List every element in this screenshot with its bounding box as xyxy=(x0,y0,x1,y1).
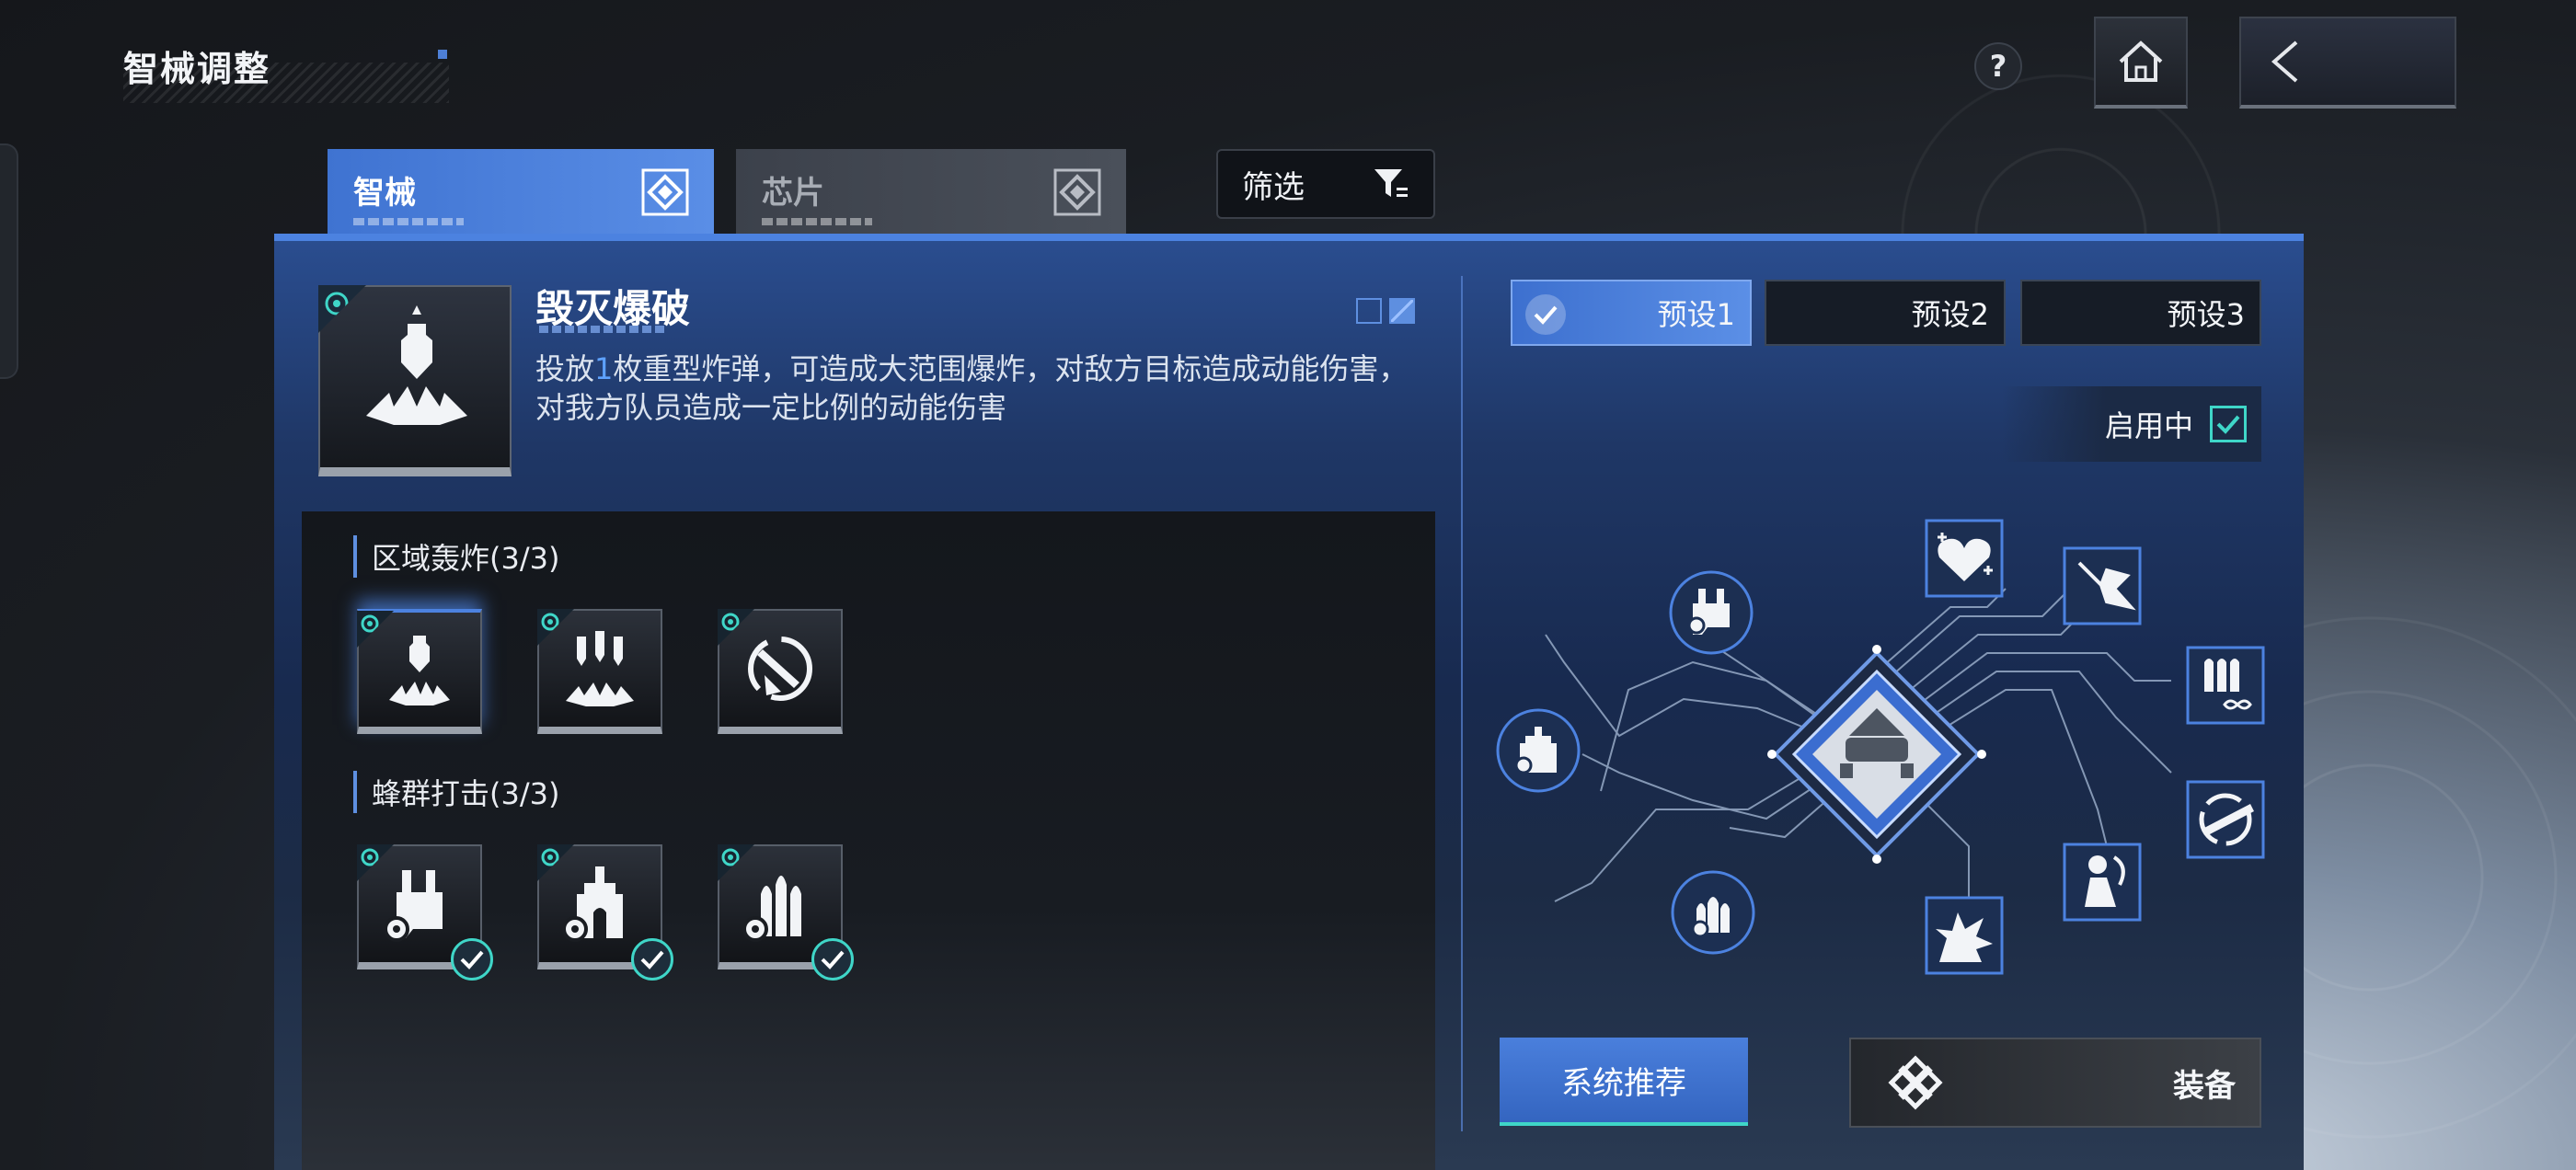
check-icon xyxy=(460,950,484,969)
check-icon xyxy=(1534,305,1558,325)
filter-icon xyxy=(1374,169,1408,197)
skill-slot-bomb[interactable] xyxy=(357,609,482,734)
check-icon xyxy=(640,950,664,969)
enabled-label: 启用中 xyxy=(2104,408,2193,443)
view-filled-icon[interactable] xyxy=(1389,298,1415,324)
equipped-check-badge xyxy=(451,938,493,981)
preset-1[interactable]: 预设1 xyxy=(1511,280,1752,346)
skill-description-suffix: 枚重型炸弹，可造成大范围爆炸，对敌方目标造成动能伤害，对我方队员造成一定比例的动… xyxy=(535,351,1409,425)
skill-description: 投放1枚重型炸弹，可造成大范围爆炸，对敌方目标造成动能伤害，对我方队员造成一定比… xyxy=(535,350,1419,427)
turret-gear-icon xyxy=(562,866,623,942)
preset-label: 预设1 xyxy=(1657,297,1735,332)
drone-gear-icon xyxy=(384,870,443,942)
home-icon xyxy=(2119,40,2163,82)
equip-button[interactable]: 装备 xyxy=(1849,1038,2261,1128)
node-blast-square xyxy=(1925,896,2004,975)
node-strike-square xyxy=(2063,546,2142,625)
equipped-check-badge xyxy=(811,938,854,981)
skill-description-prefix: 投放 xyxy=(535,351,595,386)
skill-slot-orbit-strike[interactable] xyxy=(718,609,843,734)
filter-label: 筛选 xyxy=(1242,168,1305,206)
tab-mech[interactable]: 智械 xyxy=(328,149,714,237)
preset-3[interactable]: 预设3 xyxy=(2020,280,2261,346)
swarm-gear-icon xyxy=(742,876,801,942)
back-button[interactable] xyxy=(2239,17,2456,109)
selected-skill-card xyxy=(318,285,512,476)
view-outline-icon[interactable] xyxy=(1356,298,1382,324)
tab-label: 智械 xyxy=(353,175,416,212)
enabled-checkbox[interactable] xyxy=(2210,406,2247,442)
node-heart-square xyxy=(1925,519,2004,598)
tab-chip[interactable]: 芯片 xyxy=(736,149,1126,237)
check-icon xyxy=(2216,415,2240,434)
panel-divider xyxy=(1461,276,1463,1131)
node-ammo-square xyxy=(2186,646,2265,725)
node-swarm-circle xyxy=(1671,870,1755,955)
skill-description-number: 1 xyxy=(594,351,614,386)
chip-tab-icon xyxy=(1053,168,1101,216)
skill-slot-triple-bomb[interactable] xyxy=(537,609,662,734)
bomb-icon xyxy=(389,636,450,705)
home-button[interactable] xyxy=(2094,17,2188,109)
tab-sub-decoration xyxy=(762,218,872,225)
bomb-icon xyxy=(366,305,467,425)
skill-slot-swarm-gear[interactable] xyxy=(718,844,854,981)
view-toggle[interactable] xyxy=(1356,298,1415,324)
side-drawer-handle[interactable] xyxy=(0,143,18,379)
node-laser-square xyxy=(2186,780,2265,859)
triple-bomb-icon xyxy=(566,631,634,706)
group-title-area-bombing: 区域轰炸(3/3) xyxy=(353,535,559,578)
help-button[interactable]: ? xyxy=(1974,42,2022,90)
node-agent-square xyxy=(2063,843,2142,922)
node-drone-circle xyxy=(1669,570,1754,655)
orbit-strike-icon xyxy=(748,637,812,701)
preset-2[interactable]: 预设2 xyxy=(1765,280,2006,346)
mech-circuit-board xyxy=(1496,519,2265,975)
enabled-toggle[interactable]: 启用中 xyxy=(2002,386,2261,462)
skill-slot-drone-gear[interactable] xyxy=(357,844,493,981)
check-icon xyxy=(821,950,845,969)
tab-sub-decoration xyxy=(353,218,464,225)
preset-label: 预设3 xyxy=(2167,297,2245,332)
recommend-label: 系统推荐 xyxy=(1561,1064,1686,1102)
title-accent-dot xyxy=(438,50,447,59)
filter-button[interactable]: 筛选 xyxy=(1216,149,1435,219)
skill-slot-turret-gear[interactable] xyxy=(537,844,673,981)
page-title: 智械调整 xyxy=(123,49,271,89)
equip-emblem-icon xyxy=(1888,1055,1943,1110)
equip-label: 装备 xyxy=(2173,1067,2236,1105)
tab-label: 芯片 xyxy=(762,175,824,212)
preset-label: 预设2 xyxy=(1911,297,1989,332)
preset-selected-icon xyxy=(1525,294,1566,335)
question-icon: ? xyxy=(1989,49,2007,84)
mech-tab-icon xyxy=(641,168,689,216)
equipped-check-badge xyxy=(631,938,673,981)
system-recommend-button[interactable]: 系统推荐 xyxy=(1500,1038,1748,1126)
group-title-swarm-strike: 蜂群打击(3/3) xyxy=(353,771,559,813)
skill-name-decoration xyxy=(539,326,668,333)
chevron-left-icon xyxy=(2271,40,2298,83)
node-turret-circle xyxy=(1496,708,1581,793)
